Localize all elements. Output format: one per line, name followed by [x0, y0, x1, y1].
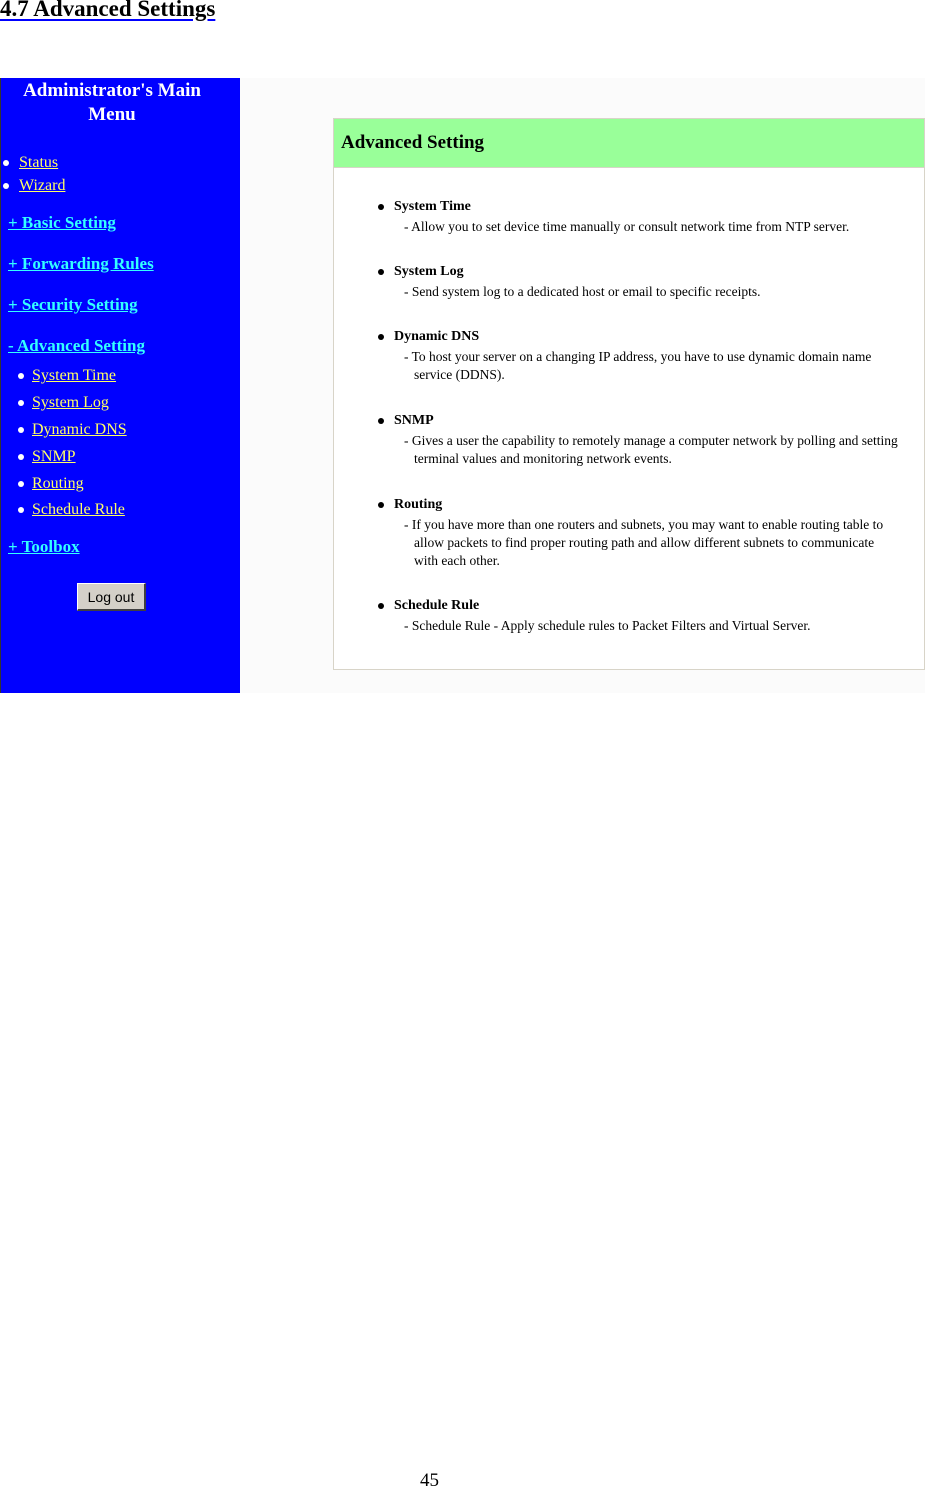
sidebar-item-wizard[interactable]: Wizard	[3, 174, 65, 197]
menu-title: Administrator's Main Menu	[23, 80, 201, 125]
feature-description: - To host your server on a changing IP a…	[404, 349, 872, 382]
system-time-link[interactable]: System Time	[32, 367, 116, 385]
sidebar-item-snmp[interactable]: SNMP	[18, 443, 127, 470]
advanced-sub-menu: System Time System Log Dynamic DNS SNMP …	[18, 363, 127, 524]
routing-link[interactable]: Routing	[32, 475, 84, 493]
schedule-rule-link[interactable]: Schedule Rule	[32, 501, 125, 519]
sidebar-section-toolbox[interactable]: + Toolbox	[8, 537, 80, 557]
feature-title: Schedule Rule	[394, 598, 480, 613]
bullet-icon	[18, 373, 24, 380]
bullet-icon	[3, 182, 9, 189]
feature-item-system-time: System Time - Allow you to set device ti…	[378, 197, 849, 236]
wizard-link[interactable]: Wizard	[19, 177, 65, 195]
feature-description: - Allow you to set device time manually …	[404, 219, 850, 234]
bullet-icon	[378, 204, 384, 210]
advanced-setting-panel: Advanced Setting System Time - Allow you…	[333, 118, 925, 670]
bullet-icon	[3, 159, 9, 166]
bullet-icon	[18, 480, 24, 487]
bullet-icon	[18, 453, 24, 460]
panel-title: Advanced Setting	[334, 119, 924, 168]
bullet-icon	[18, 400, 24, 407]
dynamic-dns-link[interactable]: Dynamic DNS	[32, 421, 127, 439]
feature-item-routing: Routing - If you have more than one rout…	[378, 495, 898, 570]
feature-description: - Gives a user the capability to remotel…	[404, 433, 898, 466]
sidebar-section-advanced-setting[interactable]: - Advanced Setting	[8, 336, 145, 356]
feature-title: SNMP	[394, 413, 434, 428]
sidebar-section-security-setting[interactable]: + Security Setting	[8, 295, 138, 315]
bullet-icon	[378, 603, 384, 609]
admin-sidebar: Administrator's Main Menu Status Wizard …	[0, 78, 240, 693]
logout-button[interactable]: Log out	[77, 583, 146, 611]
feature-item-schedule-rule: Schedule Rule - Schedule Rule - Apply sc…	[378, 596, 810, 635]
feature-title: Dynamic DNS	[394, 329, 480, 344]
feature-item-system-log: System Log - Send system log to a dedica…	[378, 262, 761, 301]
sidebar-section-forwarding-rules[interactable]: + Forwarding Rules	[8, 254, 154, 274]
sidebar-item-routing[interactable]: Routing	[18, 470, 127, 497]
bullet-icon	[378, 418, 384, 424]
document-heading: 4.7 Advanced Settings	[0, 0, 216, 21]
snmp-link[interactable]: SNMP	[32, 448, 76, 466]
feature-description: - Send system log to a dedicated host or…	[404, 284, 761, 299]
bullet-icon	[378, 269, 384, 275]
bullet-icon	[378, 334, 384, 340]
feature-title: System Time	[394, 199, 471, 214]
top-links: Status Wizard	[3, 151, 65, 197]
status-link[interactable]: Status	[19, 154, 58, 172]
bullet-icon	[18, 426, 24, 433]
sidebar-item-system-log[interactable]: System Log	[18, 390, 127, 417]
bullet-icon	[18, 507, 24, 514]
sidebar-item-schedule-rule[interactable]: Schedule Rule	[18, 497, 127, 524]
feature-item-snmp: SNMP - Gives a user the capability to re…	[378, 411, 898, 468]
sidebar-item-dynamic-dns[interactable]: Dynamic DNS	[18, 417, 127, 444]
sidebar-item-status[interactable]: Status	[3, 151, 65, 174]
system-log-link[interactable]: System Log	[32, 394, 109, 412]
sidebar-item-system-time[interactable]: System Time	[18, 363, 127, 390]
feature-item-dynamic-dns: Dynamic DNS - To host your server on a c…	[378, 327, 898, 384]
sidebar-section-basic-setting[interactable]: + Basic Setting	[8, 213, 116, 233]
feature-title: Routing	[394, 497, 443, 512]
feature-description: - If you have more than one routers and …	[404, 517, 884, 568]
feature-title: System Log	[394, 264, 464, 279]
feature-description: - Schedule Rule - Apply schedule rules t…	[404, 618, 811, 633]
router-admin-screenshot: Administrator's Main Menu Status Wizard …	[0, 78, 925, 693]
bullet-icon	[378, 502, 384, 508]
